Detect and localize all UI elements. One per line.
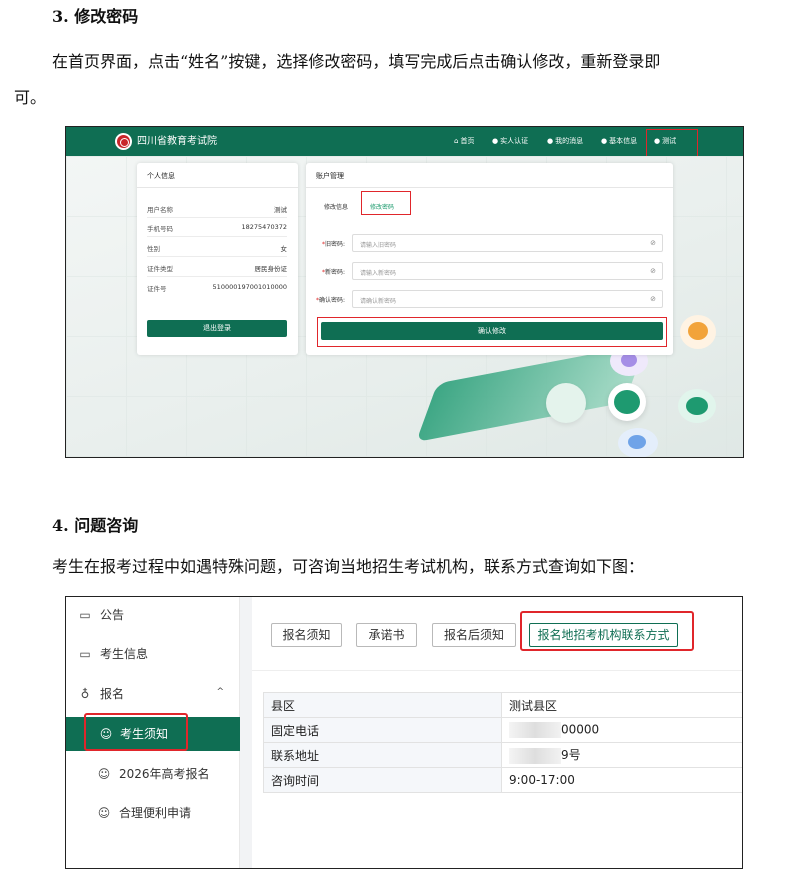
home-icon: ⌂ — [454, 137, 459, 145]
decorative-bubble — [546, 383, 586, 423]
confirm-button-highlight-box — [317, 317, 667, 347]
sidebar-item-candidate-info[interactable]: ▭ 考生信息 — [66, 638, 240, 670]
tab-edit-info[interactable]: 修改信息 — [324, 202, 348, 211]
table-value: 9:00-17:00 — [501, 767, 742, 793]
sidebar-item-reasonable-accommodation[interactable]: ☺ 合理便利申请 — [66, 797, 240, 829]
sidebar-item-registration[interactable]: ♁ 报名 ^ — [66, 678, 240, 710]
tab-registration-notice[interactable]: 报名须知 — [271, 623, 342, 647]
decorative-chat-icon — [621, 353, 637, 367]
users-icon: ♁ — [80, 687, 90, 701]
decorative-book-icon — [614, 390, 640, 414]
table-key: 咨询时间 — [263, 767, 502, 793]
eye-off-icon[interactable]: ⊘ — [650, 239, 656, 247]
change-password-screenshot: 四川省教育考试院 ⌂ 首页 ● 实人认证 ● 我的消息 ● 基本信息 ● 测试 个人信息 … — [65, 126, 744, 458]
table-value: 00000 — [501, 717, 742, 743]
sidebar-item-2026-registration[interactable]: ☺ 2026年高考报名 — [66, 758, 240, 790]
contact-info-screenshot: ▭ 公告 ▭ 考生信息 ♁ 报名 ^ ☺ 考生须知 ☺ 2026年高考报名 ☺ 合理便利申请… — [65, 596, 743, 869]
divider — [137, 187, 298, 188]
section-3-heading: 3. 修改密码 — [52, 7, 139, 26]
nav-real-person-auth[interactable]: ● 实人认证 — [492, 136, 528, 146]
change-password-tab-highlight-box — [361, 191, 411, 215]
info-row: 性别女 — [147, 245, 287, 253]
info-row: 证件号 510000197001010000 — [147, 283, 287, 293]
contact-tab-highlight-box — [520, 611, 694, 651]
smile-icon: ☺ — [97, 767, 111, 781]
tab-commitment-letter[interactable]: 承诺书 — [356, 623, 417, 647]
eye-off-icon[interactable]: ⊘ — [650, 267, 656, 275]
new-password-label: *新密码: — [322, 269, 346, 276]
decorative-doc-icon — [686, 397, 708, 415]
account-management-card: 账户管理 修改信息 修改密码 *旧密码: 请输入旧密码 ⊘ *新密码: 请输入新密… — [306, 163, 673, 355]
divider — [147, 256, 287, 257]
old-password-input[interactable]: 请输入旧密码 ⊘ — [352, 234, 663, 252]
id-card-icon: ▭ — [79, 647, 91, 661]
section-4-heading: 4. 问题咨询 — [52, 516, 139, 535]
personal-info-card: 个人信息 用户名称 测试 手机号码 18275470372 性别女 证件类型 居民身份… — [137, 163, 298, 355]
divider — [147, 276, 287, 277]
eye-off-icon[interactable]: ⊘ — [650, 295, 656, 303]
divider — [147, 236, 287, 237]
user-icon: ● — [547, 137, 554, 145]
logout-button[interactable]: 退出登录 — [147, 320, 287, 337]
tab-post-registration-notice[interactable]: 报名后须知 — [432, 623, 516, 647]
contact-info-table: 县区 测试县区 固定电话 00000 联系地址 9号 咨询时间 9:00-17:… — [263, 692, 742, 793]
section-4-paragraph: 考生在报考过程中如遇特殊问题，可咨询当地招生考试机构，联系方式查询如下图： — [52, 557, 645, 576]
table-row: 县区 测试县区 — [263, 692, 742, 718]
decorative-person-icon — [688, 322, 708, 340]
table-row: 咨询时间 9:00-17:00 — [263, 767, 742, 793]
smile-icon: ☺ — [97, 806, 111, 820]
chevron-up-icon[interactable]: ^ — [216, 687, 224, 697]
table-key: 联系地址 — [263, 742, 502, 768]
sidebar-item-notice[interactable]: ▭ 公告 — [66, 599, 240, 631]
user-icon: ● — [492, 137, 499, 145]
info-row: 手机号码 18275470372 — [147, 223, 287, 233]
notice-icon: ▭ — [79, 608, 91, 622]
decorative-card-icon — [628, 435, 646, 449]
table-value: 测试县区 — [501, 692, 742, 718]
new-password-input[interactable]: 请输入新密码 ⊘ — [352, 262, 663, 280]
nav-basic-info[interactable]: ● 基本信息 — [601, 136, 637, 146]
table-row: 联系地址 9号 — [263, 742, 742, 768]
info-row: 用户名称 测试 — [147, 206, 287, 214]
sidebar-gutter — [240, 597, 252, 868]
user-icon: ● — [601, 137, 608, 145]
top-navbar: 四川省教育考试院 ⌂ 首页 ● 实人认证 ● 我的消息 ● 基本信息 ● 测试 — [66, 127, 743, 156]
table-key: 固定电话 — [263, 717, 502, 743]
table-key: 县区 — [263, 692, 502, 718]
confirm-password-label: *确认密码: — [316, 297, 346, 304]
exam-authority-logo-icon — [115, 133, 132, 150]
user-name-highlight-box — [646, 129, 698, 158]
brand-name: 四川省教育考试院 — [137, 136, 217, 147]
redaction-mask — [509, 722, 561, 738]
personal-info-title: 个人信息 — [147, 172, 175, 180]
divider — [252, 670, 742, 671]
redaction-mask — [509, 747, 561, 764]
old-password-label: *旧密码: — [322, 241, 346, 248]
divider — [306, 187, 673, 188]
nav-home[interactable]: ⌂ 首页 — [454, 136, 474, 146]
section-3-paragraph-line-1: 在首页界面，点击“姓名”按键，选择修改密码，填写完成后点击确认修改，重新登录即 — [52, 52, 661, 71]
section-3-paragraph-line-2: 可。 — [14, 88, 47, 107]
account-management-title: 账户管理 — [316, 172, 344, 180]
table-row: 固定电话 00000 — [263, 717, 742, 743]
confirm-password-input[interactable]: 请确认新密码 ⊘ — [352, 290, 663, 308]
table-value: 9号 — [501, 742, 742, 768]
candidate-notice-highlight-box — [84, 713, 188, 751]
divider — [147, 217, 287, 218]
nav-my-messages[interactable]: ● 我的消息 — [547, 136, 583, 146]
info-row: 证件类型 居民身份证 — [147, 265, 287, 273]
